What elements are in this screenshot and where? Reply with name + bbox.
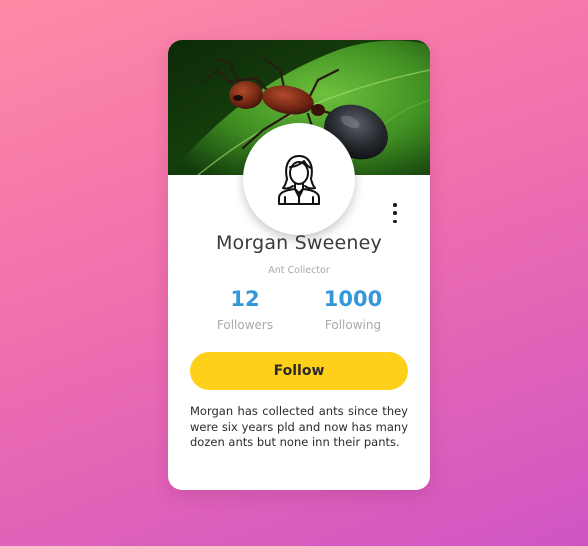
following-label: Following xyxy=(324,318,382,332)
follow-button[interactable]: Follow xyxy=(190,352,408,390)
profile-name: Morgan Sweeney xyxy=(215,232,383,254)
following-count: 1000 xyxy=(323,287,383,311)
followers-label: Followers xyxy=(216,318,274,332)
more-options-button[interactable] xyxy=(386,203,404,223)
profile-role: Ant Collector xyxy=(268,265,330,276)
profile-card: Morgan Sweeney Ant Collector 12 Follower… xyxy=(168,40,430,490)
followers-count: 12 xyxy=(230,287,260,311)
profile-bio: Morgan has collected ants since they wer… xyxy=(190,404,408,449)
following-stat: 1000 Following xyxy=(298,286,408,332)
vertical-ellipsis-icon xyxy=(393,211,397,215)
vertical-ellipsis-icon xyxy=(393,203,397,207)
followers-stat: 12 Followers xyxy=(190,286,300,332)
person-avatar-icon xyxy=(278,155,320,205)
avatar xyxy=(243,123,355,235)
vertical-ellipsis-icon xyxy=(393,219,397,223)
